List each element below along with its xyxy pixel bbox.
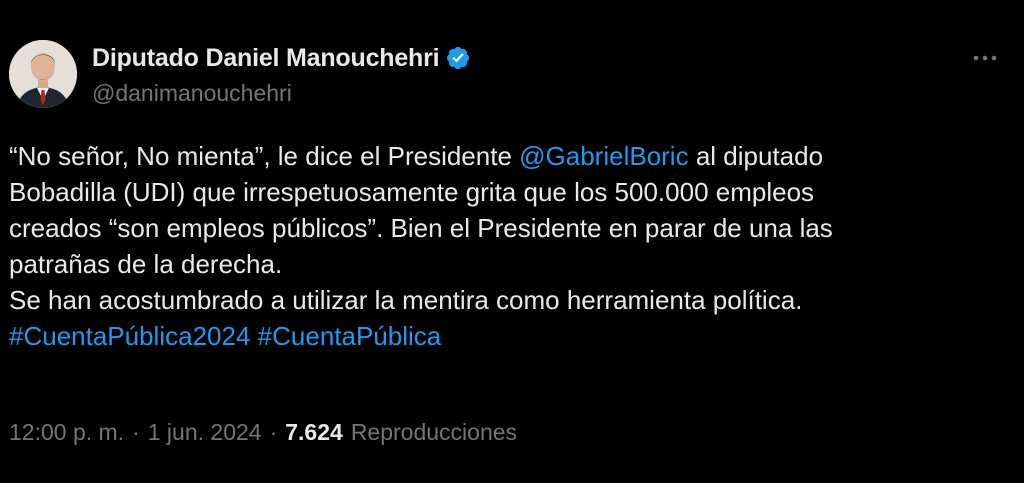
avatar[interactable] (9, 40, 77, 108)
tweet-line: patrañas de la derecha. (9, 249, 283, 279)
meta-separator: · (132, 419, 140, 445)
tweet-text: “No señor, No mienta”, le dice el Presid… (9, 138, 1009, 354)
tweet-line: “No señor, No mienta”, le dice el Presid… (9, 138, 1009, 174)
more-options-icon[interactable] (970, 48, 1000, 68)
tweet-line: creados “son empleos públicos”. Bien el … (9, 213, 833, 243)
tweet-line: Bobadilla (UDI) que irrespetuosamente gr… (9, 177, 815, 207)
tweet-date[interactable]: 1 jun. 2024 (148, 419, 262, 446)
tweet-text-segment: “No señor, No mienta”, le dice el Presid… (9, 141, 520, 171)
tweet-line: Se han acostumbrado a utilizar la mentir… (9, 285, 803, 315)
hashtag-link[interactable]: #CuentaPública (258, 321, 442, 351)
mention-link[interactable]: @GabrielBoric (519, 141, 688, 171)
author-name-row[interactable]: Diputado Daniel Manouchehri (92, 42, 471, 74)
author-handle[interactable]: @danimanouchehri (92, 80, 292, 107)
tweet-meta: 12:00 p. m. · 1 jun. 2024 · 7.624 Reprod… (9, 419, 517, 446)
tweet-card: Diputado Daniel Manouchehri @danimanouch… (0, 0, 1024, 483)
author-display-name[interactable]: Diputado Daniel Manouchehri (92, 44, 440, 73)
verified-badge-icon[interactable] (445, 45, 471, 71)
tweet-text-segment: al diputado (688, 141, 824, 171)
tweet-time[interactable]: 12:00 p. m. (9, 419, 124, 446)
hashtag-line: #CuentaPública2024 #CuentaPública (9, 318, 1009, 354)
hashtag-link[interactable]: #CuentaPública2024 (9, 321, 250, 351)
views-label: Reproducciones (350, 419, 518, 445)
views-count[interactable]: 7.624 (285, 419, 343, 446)
meta-separator: · (269, 419, 278, 445)
